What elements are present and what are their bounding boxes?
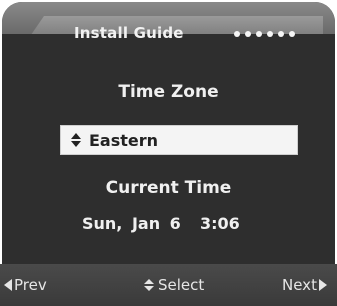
left-triangle-icon [4, 279, 12, 291]
step-dot [278, 31, 284, 37]
step-dot [245, 31, 251, 37]
timezone-label: Time Zone [118, 82, 219, 102]
up-down-arrows-icon [71, 133, 81, 147]
page-title: Install Guide [74, 24, 184, 42]
timezone-select[interactable]: Eastern [60, 125, 298, 155]
step-dot [234, 31, 240, 37]
step-dot [289, 31, 295, 37]
up-down-arrows-icon [144, 279, 154, 291]
next-button[interactable]: Next [282, 276, 327, 294]
next-label: Next [282, 276, 317, 294]
current-time-value: Sun, Jan 6 3:06 [82, 214, 240, 233]
prev-label: Prev [14, 276, 47, 294]
prev-button[interactable]: Prev [4, 276, 47, 294]
right-triangle-icon [318, 279, 327, 291]
current-time-label: Current Time [105, 178, 232, 198]
footer-bar: Prev Select Next [0, 264, 337, 306]
step-dot [256, 31, 262, 37]
select-button[interactable]: Select [144, 276, 204, 294]
step-progress-dots [234, 31, 295, 37]
timezone-value: Eastern [89, 130, 159, 150]
select-label: Select [158, 276, 205, 294]
step-dot [267, 31, 273, 37]
